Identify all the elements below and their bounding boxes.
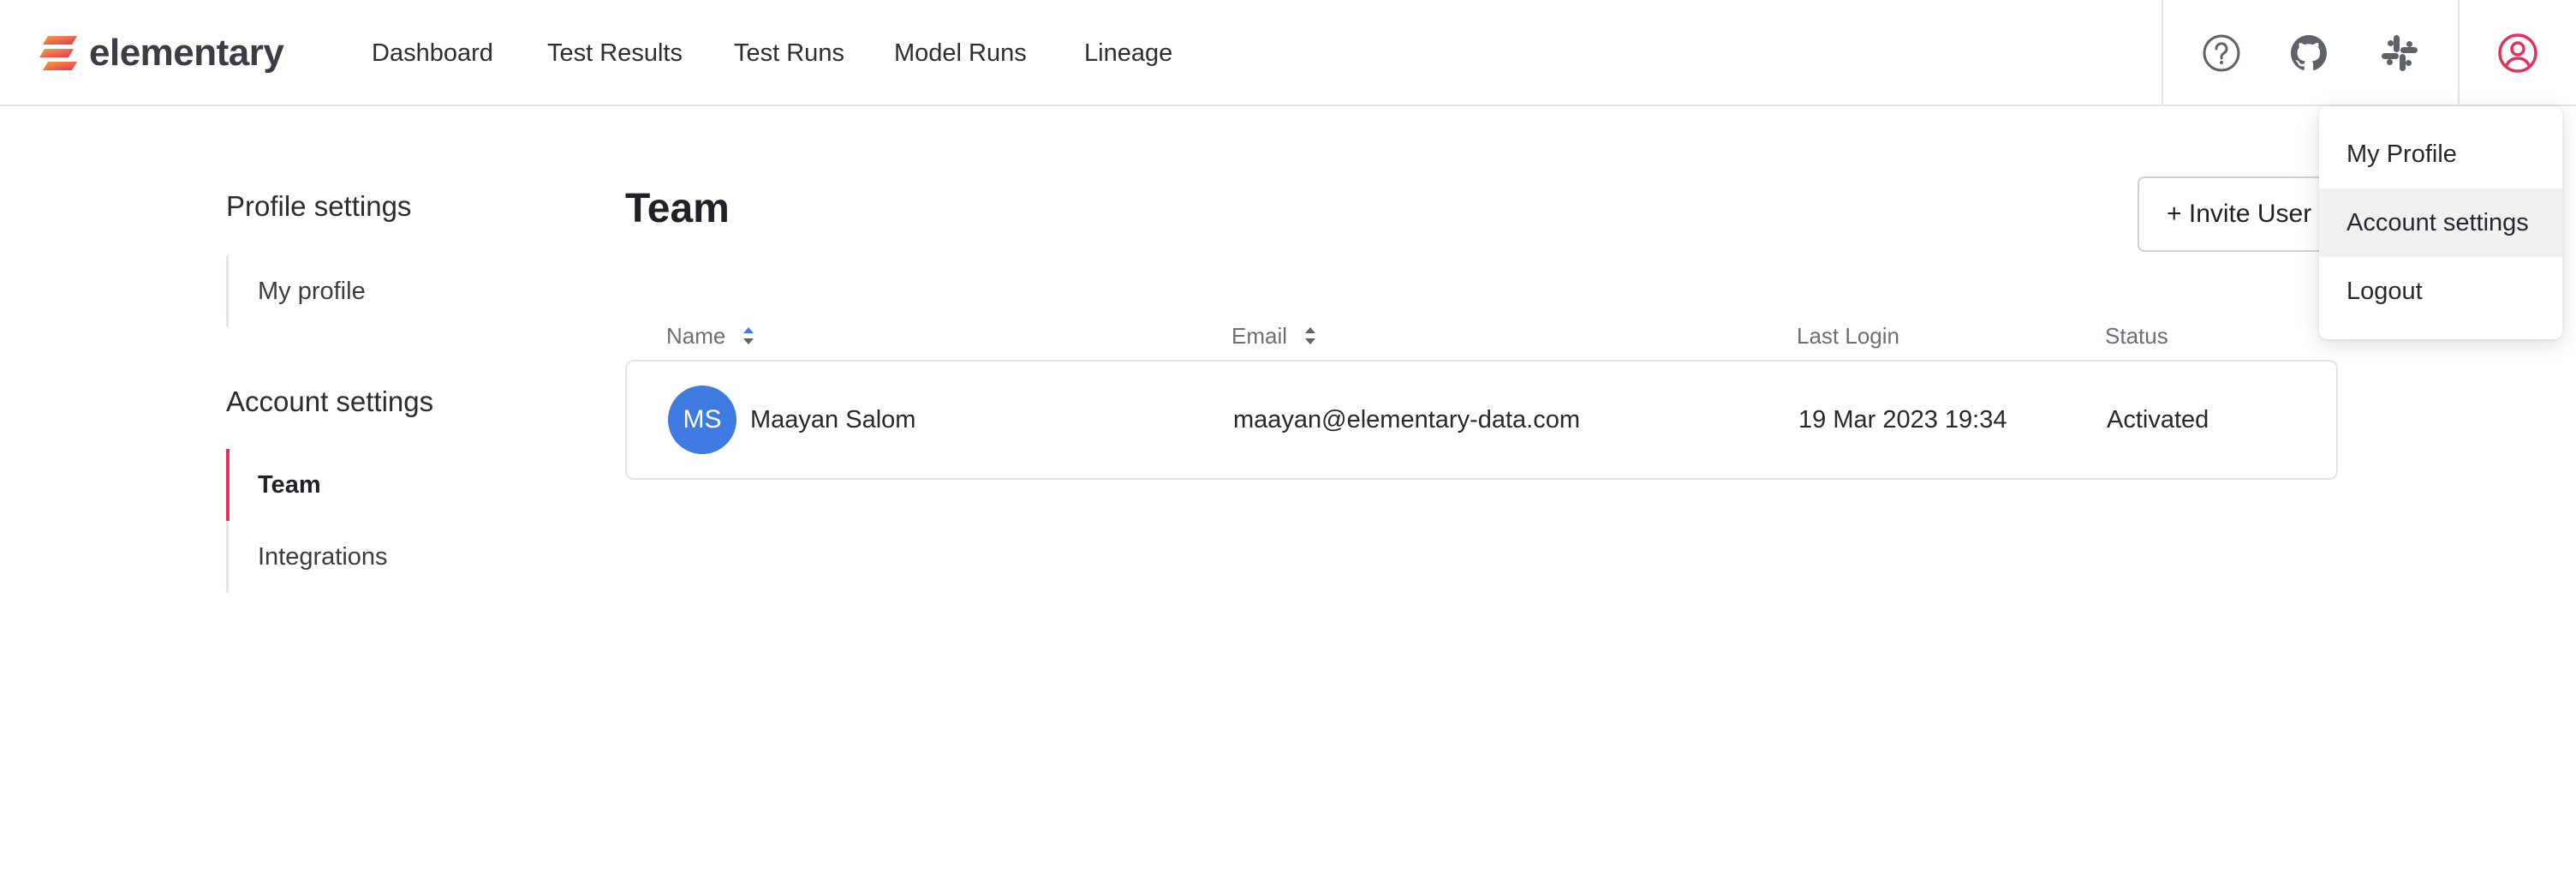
column-header-status: Status bbox=[2105, 320, 2168, 351]
column-header-name[interactable]: Name bbox=[666, 320, 756, 351]
account-settings-menu: Team Integrations bbox=[226, 449, 388, 593]
column-header-last-login: Last Login bbox=[1797, 320, 1899, 351]
user-email: maayan@elementary-data.com bbox=[1233, 406, 1581, 434]
top-bar-divider bbox=[2458, 0, 2460, 106]
nav-dashboard[interactable]: Dashboard bbox=[372, 34, 493, 72]
nav-test-runs[interactable]: Test Runs bbox=[734, 34, 844, 72]
menu-item-my-profile[interactable]: My Profile bbox=[2319, 120, 2562, 188]
profile-settings-menu: My profile bbox=[226, 255, 366, 327]
profile-settings-heading: Profile settings bbox=[226, 190, 412, 222]
menu-item-logout[interactable]: Logout bbox=[2319, 257, 2562, 326]
top-navigation-bar: elementary Dashboard Test Results Test R… bbox=[0, 0, 2576, 106]
sidebar-item-team[interactable]: Team bbox=[226, 449, 388, 521]
sidebar-item-integrations[interactable]: Integrations bbox=[229, 521, 388, 593]
menu-item-account-settings[interactable]: Account settings bbox=[2319, 188, 2562, 257]
column-header-label: Name bbox=[666, 323, 726, 349]
column-header-label: Email bbox=[1231, 323, 1288, 349]
column-header-label: Last Login bbox=[1797, 323, 1899, 349]
column-header-email[interactable]: Email bbox=[1231, 320, 1318, 351]
github-icon[interactable] bbox=[2288, 33, 2329, 74]
user-account-icon[interactable] bbox=[2497, 33, 2538, 74]
user-menu-dropdown: My Profile Account settings Logout bbox=[2319, 106, 2562, 339]
top-bar-divider bbox=[2162, 0, 2163, 106]
sidebar-item-my-profile[interactable]: My profile bbox=[229, 255, 366, 327]
nav-lineage[interactable]: Lineage bbox=[1084, 34, 1172, 72]
account-settings-heading: Account settings bbox=[226, 386, 434, 417]
elementary-logo-icon bbox=[39, 36, 77, 70]
page-title: Team bbox=[625, 186, 730, 231]
avatar: MS bbox=[668, 386, 736, 454]
nav-test-results[interactable]: Test Results bbox=[547, 34, 683, 72]
help-icon[interactable] bbox=[2201, 33, 2242, 74]
sort-icon[interactable] bbox=[1303, 323, 1318, 349]
nav-model-runs[interactable]: Model Runs bbox=[894, 34, 1027, 72]
table-row[interactable]: MS Maayan Salom maayan@elementary-data.c… bbox=[625, 360, 2338, 480]
user-last-login: 19 Mar 2023 19:34 bbox=[1798, 406, 2007, 434]
column-header-label: Status bbox=[2105, 323, 2168, 349]
user-status: Activated bbox=[2107, 406, 2209, 434]
user-name: Maayan Salom bbox=[750, 406, 916, 434]
slack-icon[interactable] bbox=[2379, 33, 2420, 74]
sort-icon[interactable] bbox=[741, 323, 756, 349]
logo-text: elementary bbox=[89, 32, 284, 74]
app-logo[interactable]: elementary bbox=[39, 29, 284, 77]
